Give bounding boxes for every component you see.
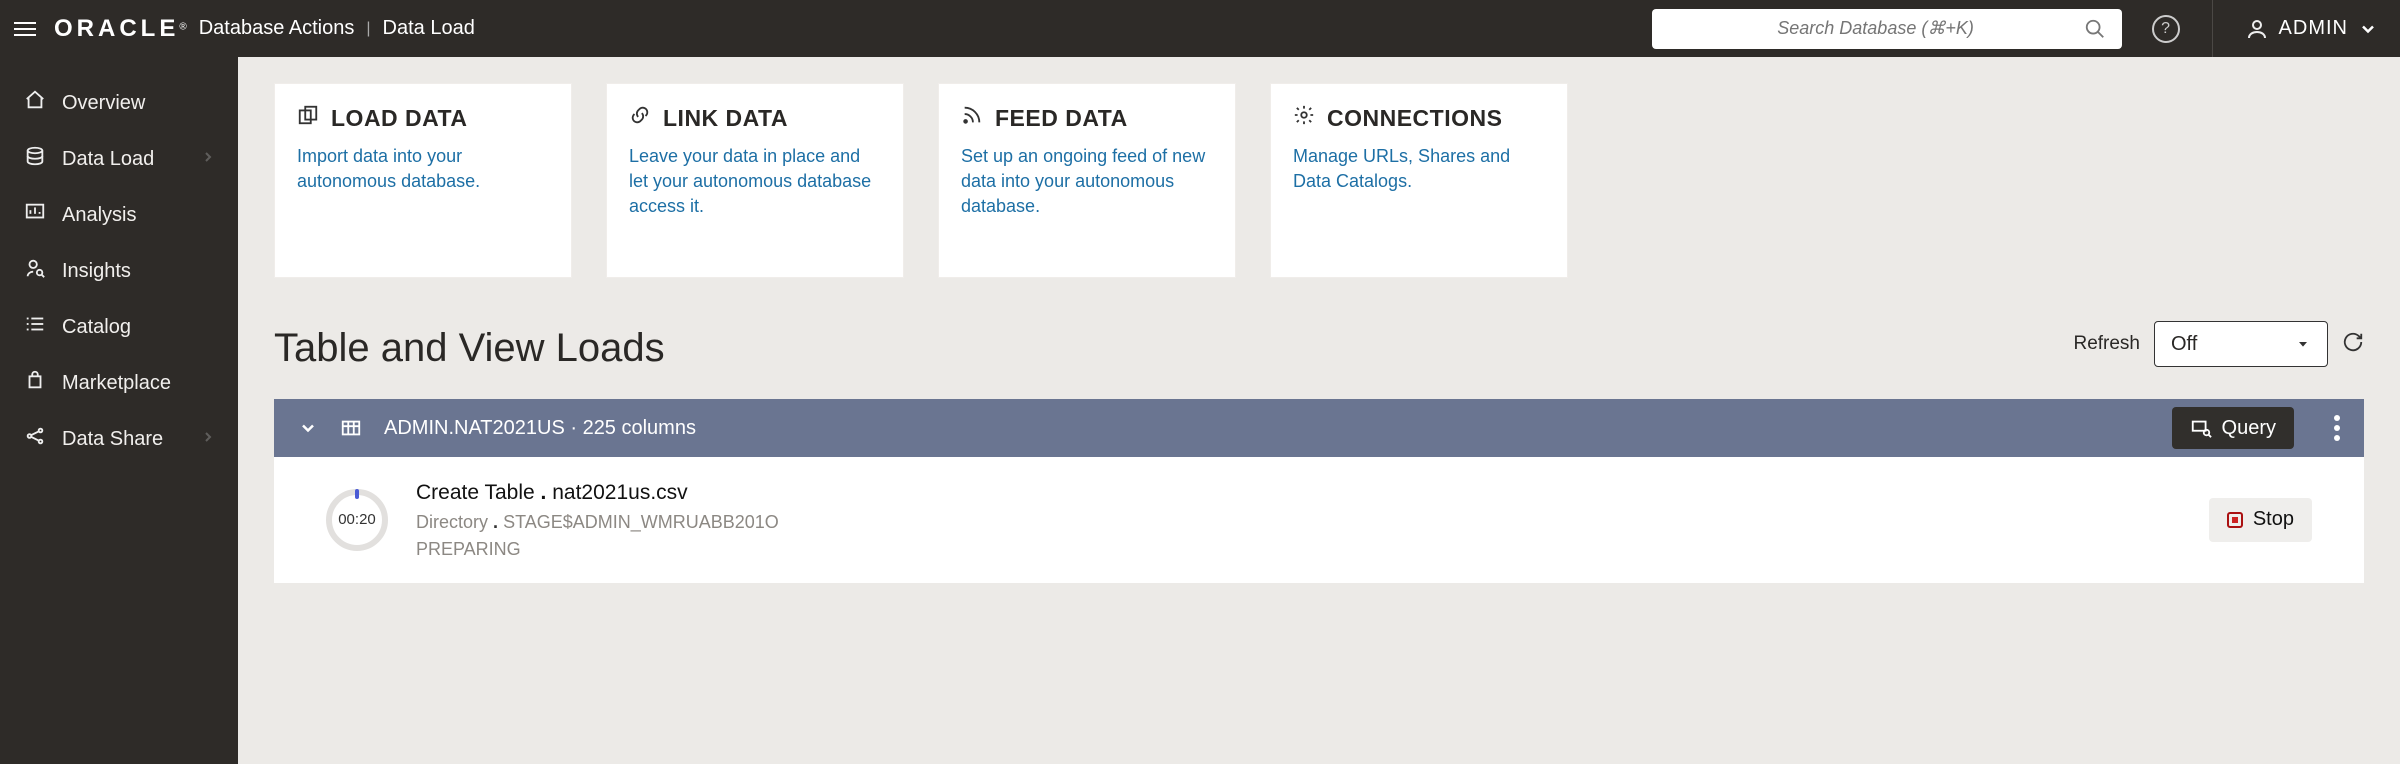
chevron-right-icon	[200, 428, 216, 451]
load-timer: 00:20	[326, 489, 388, 551]
sidebar-item-data-load[interactable]: Data Load	[0, 131, 238, 187]
refresh-value: Off	[2171, 333, 2197, 356]
card-link-data[interactable]: LINK DATA Leave your data in place and l…	[606, 83, 904, 278]
sidebar-item-insights[interactable]: Insights	[0, 243, 238, 299]
load-status: PREPARING	[416, 536, 779, 563]
card-desc: Leave your data in place and let your au…	[629, 144, 881, 218]
refresh-icon	[2342, 331, 2364, 353]
card-title: FEED DATA	[995, 105, 1128, 132]
search-box[interactable]	[1652, 9, 2122, 49]
chevron-right-icon	[200, 148, 216, 171]
card-desc: Manage URLs, Shares and Data Catalogs.	[1293, 144, 1545, 194]
share-icon	[22, 425, 48, 453]
topbar-divider	[2212, 0, 2213, 57]
home-icon	[22, 89, 48, 117]
sidebar-item-label: Data Load	[62, 148, 154, 171]
timer-value: 00:20	[338, 511, 376, 528]
user-icon	[2245, 17, 2269, 41]
hamburger-menu[interactable]	[14, 22, 36, 36]
card-connections[interactable]: CONNECTIONS Manage URLs, Shares and Data…	[1270, 83, 1568, 278]
query-icon	[2190, 417, 2212, 439]
sidebar-item-overview[interactable]: Overview	[0, 75, 238, 131]
sidebar-item-label: Insights	[62, 260, 131, 283]
sidebar-item-label: Analysis	[62, 204, 136, 227]
card-feed-data[interactable]: FEED DATA Set up an ongoing feed of new …	[938, 83, 1236, 278]
search-input[interactable]	[1668, 18, 2084, 39]
insights-icon	[22, 257, 48, 285]
caret-down-icon	[2295, 336, 2311, 352]
subtitle-divider: |	[366, 20, 370, 38]
load-group-header[interactable]: ADMIN.NAT2021US · 225 columns Query	[274, 399, 2364, 457]
catalog-icon	[22, 313, 48, 341]
load-directory: Directory . STAGE$ADMIN_WMRUABB201O	[416, 509, 779, 536]
card-title: LINK DATA	[663, 105, 788, 132]
search-icon	[2084, 18, 2106, 40]
load-row: 00:20 Create Table . nat2021us.csv Direc…	[274, 457, 2364, 583]
query-button[interactable]: Query	[2172, 407, 2294, 449]
refresh-button[interactable]	[2342, 331, 2364, 358]
card-desc: Import data into your autonomous databas…	[297, 144, 549, 194]
sidebar-item-label: Catalog	[62, 316, 131, 339]
more-menu[interactable]	[2334, 415, 2340, 441]
refresh-select[interactable]: Off	[2154, 321, 2328, 367]
load-data-icon	[297, 104, 319, 132]
connections-icon	[1293, 104, 1315, 132]
brand: ORACLE® Database Actions | Data Load	[54, 15, 475, 43]
dataload-icon	[22, 145, 48, 173]
sidebar-item-data-share[interactable]: Data Share	[0, 411, 238, 467]
stop-label: Stop	[2253, 508, 2294, 531]
marketplace-icon	[22, 369, 48, 397]
feed-data-icon	[961, 104, 983, 132]
help-button[interactable]: ?	[2152, 15, 2180, 43]
user-menu[interactable]: ADMIN	[2245, 17, 2386, 41]
card-desc: Set up an ongoing feed of new data into …	[961, 144, 1213, 218]
card-title: LOAD DATA	[331, 105, 468, 132]
refresh-label: Refresh	[2073, 333, 2140, 355]
card-title: CONNECTIONS	[1327, 105, 1502, 132]
table-icon	[340, 417, 362, 439]
load-title: Create Table . nat2021us.csv	[416, 477, 779, 509]
sidebar-item-label: Marketplace	[62, 372, 171, 395]
sidebar-item-analysis[interactable]: Analysis	[0, 187, 238, 243]
chevron-down-icon	[2358, 19, 2378, 39]
load-header-text: ADMIN.NAT2021US · 225 columns	[384, 417, 696, 440]
sidebar-item-catalog[interactable]: Catalog	[0, 299, 238, 355]
query-label: Query	[2222, 417, 2276, 440]
sidebar-item-label: Overview	[62, 92, 145, 115]
sidebar-item-label: Data Share	[62, 428, 163, 451]
analysis-icon	[22, 201, 48, 229]
main-content: LOAD DATA Import data into your autonomo…	[238, 57, 2400, 764]
link-data-icon	[629, 104, 651, 132]
chevron-down-icon	[298, 418, 318, 438]
card-load-data[interactable]: LOAD DATA Import data into your autonomo…	[274, 83, 572, 278]
user-name: ADMIN	[2279, 17, 2348, 40]
app-subtitle-1: Database Actions	[199, 17, 355, 40]
app-subtitle-2: Data Load	[383, 17, 475, 40]
stop-button[interactable]: Stop	[2209, 498, 2312, 542]
stop-icon	[2227, 512, 2243, 528]
oracle-logo: ORACLE®	[54, 15, 187, 43]
section-title: Table and View Loads	[274, 326, 2364, 371]
sidebar-item-marketplace[interactable]: Marketplace	[0, 355, 238, 411]
sidebar: Overview Data Load Analysis Insights	[0, 57, 238, 764]
